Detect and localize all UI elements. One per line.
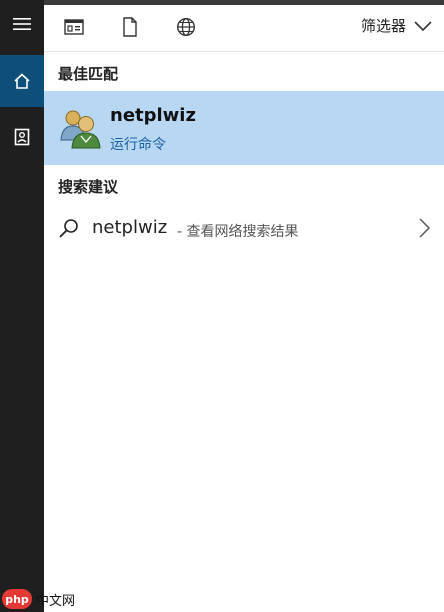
apps-filter-button[interactable] — [60, 13, 88, 41]
search-suggestions-heading: 搜索建议 — [58, 178, 119, 196]
watermark-text: 中文网 — [36, 594, 76, 609]
left-rail — [0, 0, 44, 612]
search-icon — [59, 219, 78, 238]
filter-label: 筛选器 — [360, 17, 406, 35]
globe-icon — [176, 17, 196, 37]
users-icon — [60, 110, 101, 149]
web-filter-button[interactable] — [172, 13, 200, 41]
search-toolbar: 筛选器 — [44, 5, 444, 52]
notebook-button[interactable] — [0, 111, 44, 163]
best-match-subtitle: 运行命令 — [110, 137, 166, 153]
chevron-down-icon — [414, 20, 432, 31]
watermark-badge: php — [2, 589, 32, 609]
best-match-item[interactable]: netplwiz 运行命令 — [44, 91, 444, 165]
documents-filter-button[interactable] — [116, 13, 144, 41]
chevron-right-icon[interactable] — [416, 217, 432, 239]
cortana-search-window: 筛选器 最佳匹配 netplwiz 运行命令 搜索建议 netplwiz - 查… — [0, 0, 444, 612]
home-icon — [14, 73, 30, 89]
best-match-heading: 最佳匹配 — [58, 65, 119, 83]
hamburger-menu-button[interactable] — [0, 0, 44, 48]
suggestion-hint: - 查看网络搜索结果 — [177, 224, 299, 240]
best-match-name: netplwiz — [110, 105, 196, 126]
suggestion-item[interactable]: netplwiz - 查看网络搜索结果 — [44, 209, 444, 247]
filter-dropdown[interactable]: 筛选器 — [361, 15, 432, 36]
suggestion-term: netplwiz — [92, 217, 168, 238]
apps-icon — [64, 19, 84, 35]
home-button[interactable] — [0, 55, 44, 107]
site-watermark: php 中文网 — [0, 584, 90, 612]
hamburger-menu-icon — [13, 18, 31, 30]
search-panel: 筛选器 最佳匹配 netplwiz 运行命令 搜索建议 netplwiz - 查… — [44, 5, 444, 612]
document-icon — [123, 17, 137, 37]
notebook-icon — [14, 128, 30, 146]
